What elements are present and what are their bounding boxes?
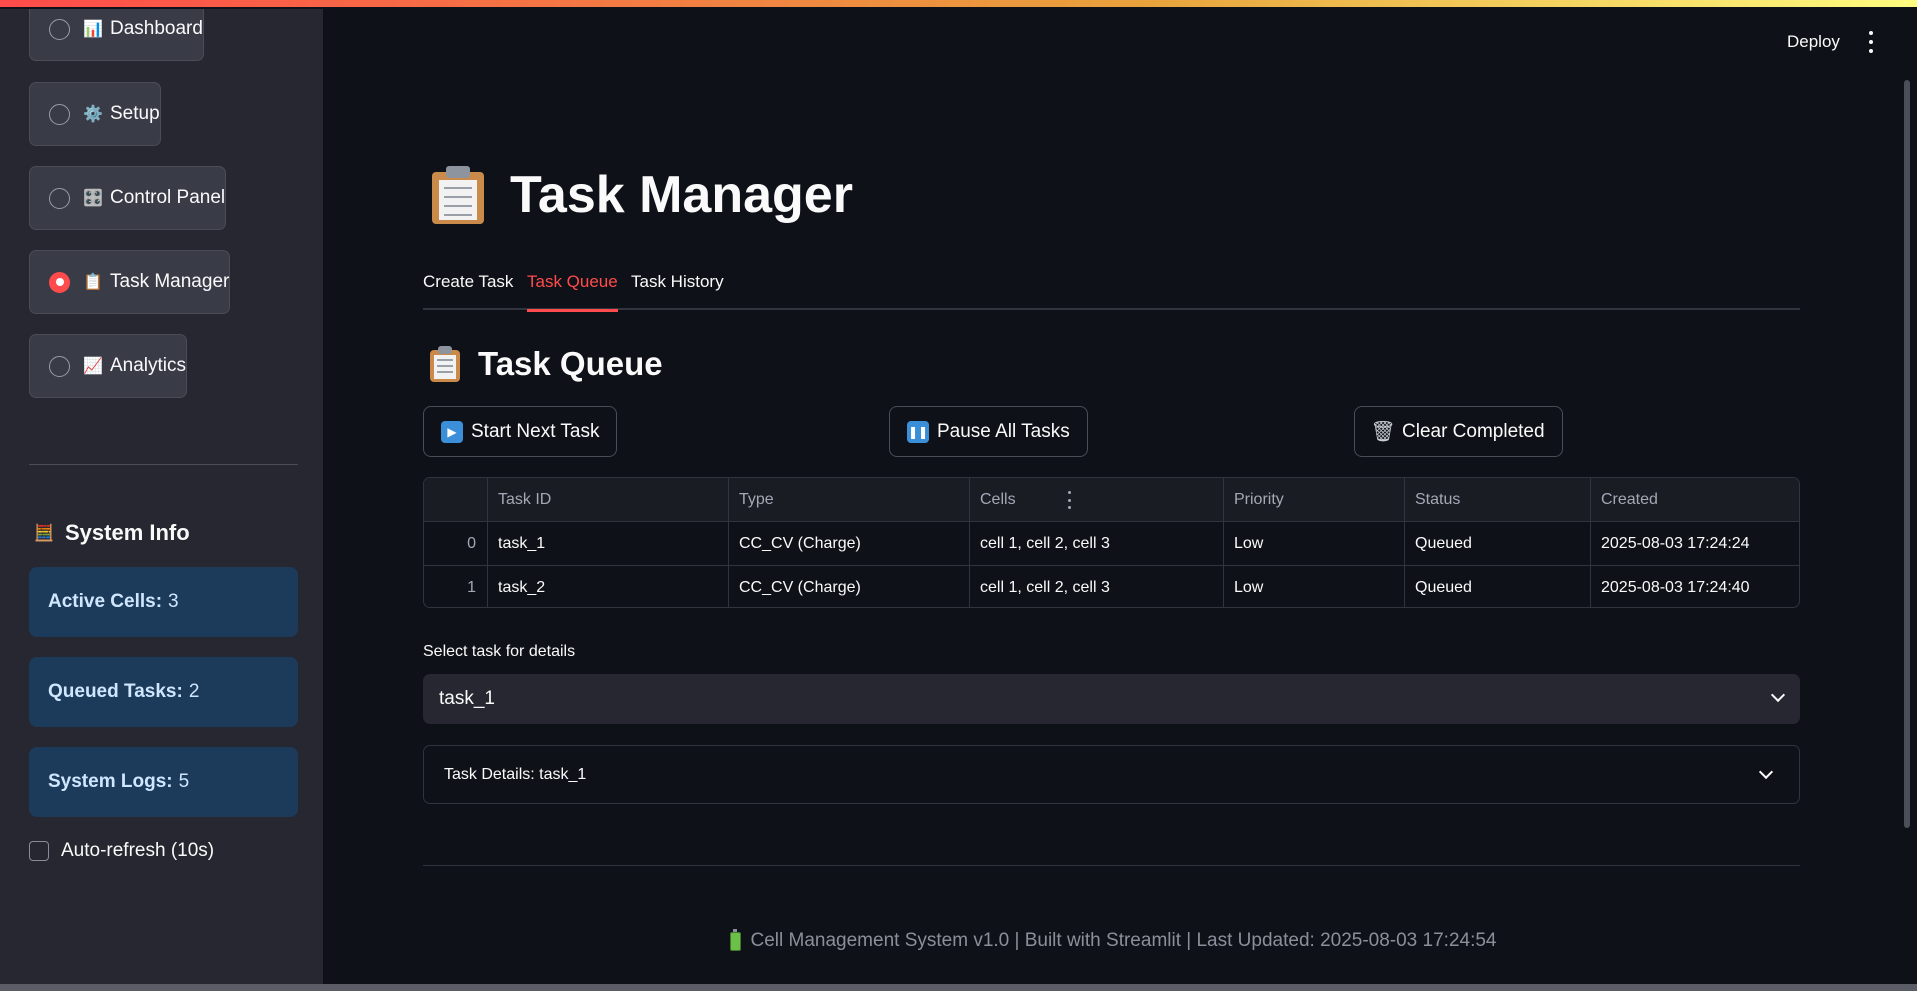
nav-item-dashboard[interactable]: 📊 Dashboard	[29, 0, 204, 61]
auto-refresh-toggle[interactable]: Auto-refresh (10s)	[29, 840, 214, 862]
wastebasket-icon: 🗑	[1370, 421, 1396, 443]
task-details-expander-label: Task Details: task_1	[444, 765, 587, 783]
column-header-task-id[interactable]: Task ID	[488, 478, 729, 522]
start-next-task-label: Start Next Task	[471, 420, 600, 442]
nav-item-control-panel[interactable]: 🎛️ Control Panel	[29, 166, 227, 230]
deploy-button[interactable]: Deploy	[1787, 32, 1840, 52]
queued-tasks-value: 2	[188, 681, 200, 702]
column-header-priority[interactable]: Priority	[1224, 478, 1405, 522]
nav-item-task-manager[interactable]: 📋 Task Manager	[29, 250, 231, 314]
main-menu-icon[interactable]	[1866, 31, 1876, 53]
tab-task-queue[interactable]: Task Queue	[527, 272, 618, 312]
cell-priority[interactable]: Low	[1224, 566, 1405, 607]
play-icon: ▶	[441, 420, 463, 443]
nav-item-label: Control Panel	[110, 187, 226, 208]
active-cells-label: Active Cells:	[48, 591, 163, 612]
page-title-text: Task Manager	[510, 166, 853, 224]
section-title-text: Task Queue	[478, 345, 663, 382]
cell-priority[interactable]: Low	[1224, 522, 1405, 566]
auto-refresh-label: Auto-refresh (10s)	[61, 840, 215, 861]
clipboard-icon	[432, 166, 484, 224]
system-logs-card: System Logs: 5	[29, 747, 298, 817]
nav-item-label: Task Manager	[110, 271, 230, 292]
abacus-icon: 🧮	[34, 525, 54, 542]
sidebar-divider	[29, 464, 298, 465]
nav-item-analytics[interactable]: 📈 Analytics	[29, 334, 188, 398]
tab-task-history[interactable]: Task History	[631, 272, 724, 310]
table-row[interactable]: 0 task_1 CC_CV (Charge) cell 1, cell 2, …	[424, 522, 1799, 566]
main-divider	[423, 865, 1800, 866]
clear-completed-button[interactable]: 🗑 Clear Completed	[1354, 406, 1563, 457]
clipboard-icon: 📋	[83, 274, 103, 291]
pause-all-tasks-button[interactable]: ❚❚ Pause All Tasks	[889, 406, 1088, 457]
cell-type[interactable]: CC_CV (Charge)	[729, 566, 970, 607]
column-header-created[interactable]: Created	[1591, 478, 1799, 522]
cell-task-id[interactable]: task_1	[488, 522, 729, 566]
task-queue-table: Task ID Type Cells Priority Status Creat…	[423, 477, 1800, 608]
pause-icon: ❚❚	[907, 420, 929, 443]
page-title: Task Manager	[432, 165, 853, 225]
task-select-value: task_1	[439, 688, 495, 709]
row-index: 1	[424, 566, 488, 607]
column-header-cells[interactable]: Cells	[970, 478, 1224, 522]
table-header-row: Task ID Type Cells Priority Status Creat…	[424, 478, 1799, 522]
section-title: Task Queue	[430, 345, 663, 383]
bar-chart-icon: 📊	[83, 21, 103, 38]
cell-type[interactable]: CC_CV (Charge)	[729, 522, 970, 566]
nav-item-label: Analytics	[110, 355, 187, 376]
column-header-status[interactable]: Status	[1405, 478, 1591, 522]
table-row[interactable]: 1 task_2 CC_CV (Charge) cell 1, cell 2, …	[424, 566, 1799, 607]
nav-item-setup[interactable]: ⚙️ Setup	[29, 82, 161, 146]
task-details-expander[interactable]: Task Details: task_1	[423, 745, 1800, 804]
cell-created[interactable]: 2025-08-03 17:24:40	[1591, 566, 1799, 607]
active-cells-card: Active Cells: 3	[29, 567, 298, 637]
system-info-title-text: System Info	[65, 520, 190, 545]
battery-icon	[729, 928, 741, 951]
cell-created[interactable]: 2025-08-03 17:24:24	[1591, 522, 1799, 566]
cell-status[interactable]: Queued	[1405, 522, 1591, 566]
task-select[interactable]: task_1	[423, 674, 1800, 724]
footer-text: Cell Management System v1.0 | Built with…	[750, 930, 1497, 951]
clipboard-icon	[430, 346, 460, 382]
column-header-type[interactable]: Type	[729, 478, 970, 522]
radio-icon[interactable]	[49, 355, 70, 377]
chevron-down-icon	[1758, 764, 1774, 780]
nav-item-label: Setup	[110, 103, 160, 124]
pause-all-tasks-label: Pause All Tasks	[937, 420, 1070, 442]
sidebar: 📊 Dashboard ⚙️ Setup 🎛️ Control Panel 📋 …	[0, 0, 323, 991]
tab-create-task[interactable]: Create Task	[423, 272, 513, 310]
footer: Cell Management System v1.0 | Built with…	[0, 928, 1917, 952]
tab-bar: Create Task Task Queue Task History	[423, 270, 1800, 312]
system-info-title: 🧮 System Info	[33, 520, 190, 546]
cell-task-id[interactable]: task_2	[488, 566, 729, 607]
queued-tasks-card: Queued Tasks: 2	[29, 657, 298, 727]
row-index: 0	[424, 522, 488, 566]
active-cells-value: 3	[168, 591, 179, 612]
auto-refresh-checkbox[interactable]	[29, 841, 49, 861]
control-knobs-icon: 🎛️	[83, 190, 103, 207]
cell-status[interactable]: Queued	[1405, 566, 1591, 607]
select-task-label: Select task for details	[423, 643, 576, 660]
bottom-edge	[0, 984, 1917, 991]
nav-item-label: Dashboard	[110, 18, 203, 39]
top-decoration-bar	[0, 0, 1917, 9]
radio-icon[interactable]	[49, 187, 70, 209]
radio-icon[interactable]	[49, 103, 70, 125]
chevron-down-icon	[1770, 687, 1786, 703]
cell-cells[interactable]: cell 1, cell 2, cell 3	[970, 522, 1224, 566]
system-logs-value: 5	[178, 771, 190, 792]
cell-cells[interactable]: cell 1, cell 2, cell 3	[970, 566, 1224, 607]
queued-tasks-label: Queued Tasks:	[48, 681, 183, 702]
radio-selected-icon[interactable]	[49, 271, 70, 293]
column-header-index	[424, 478, 488, 522]
gear-icon: ⚙️	[83, 106, 103, 123]
radio-icon[interactable]	[49, 18, 70, 40]
system-logs-label: System Logs:	[48, 771, 173, 792]
start-next-task-button[interactable]: ▶ Start Next Task	[423, 406, 618, 457]
trend-chart-icon: 📈	[83, 358, 103, 375]
scrollbar[interactable]	[1904, 80, 1910, 828]
clear-completed-label: Clear Completed	[1402, 420, 1545, 442]
